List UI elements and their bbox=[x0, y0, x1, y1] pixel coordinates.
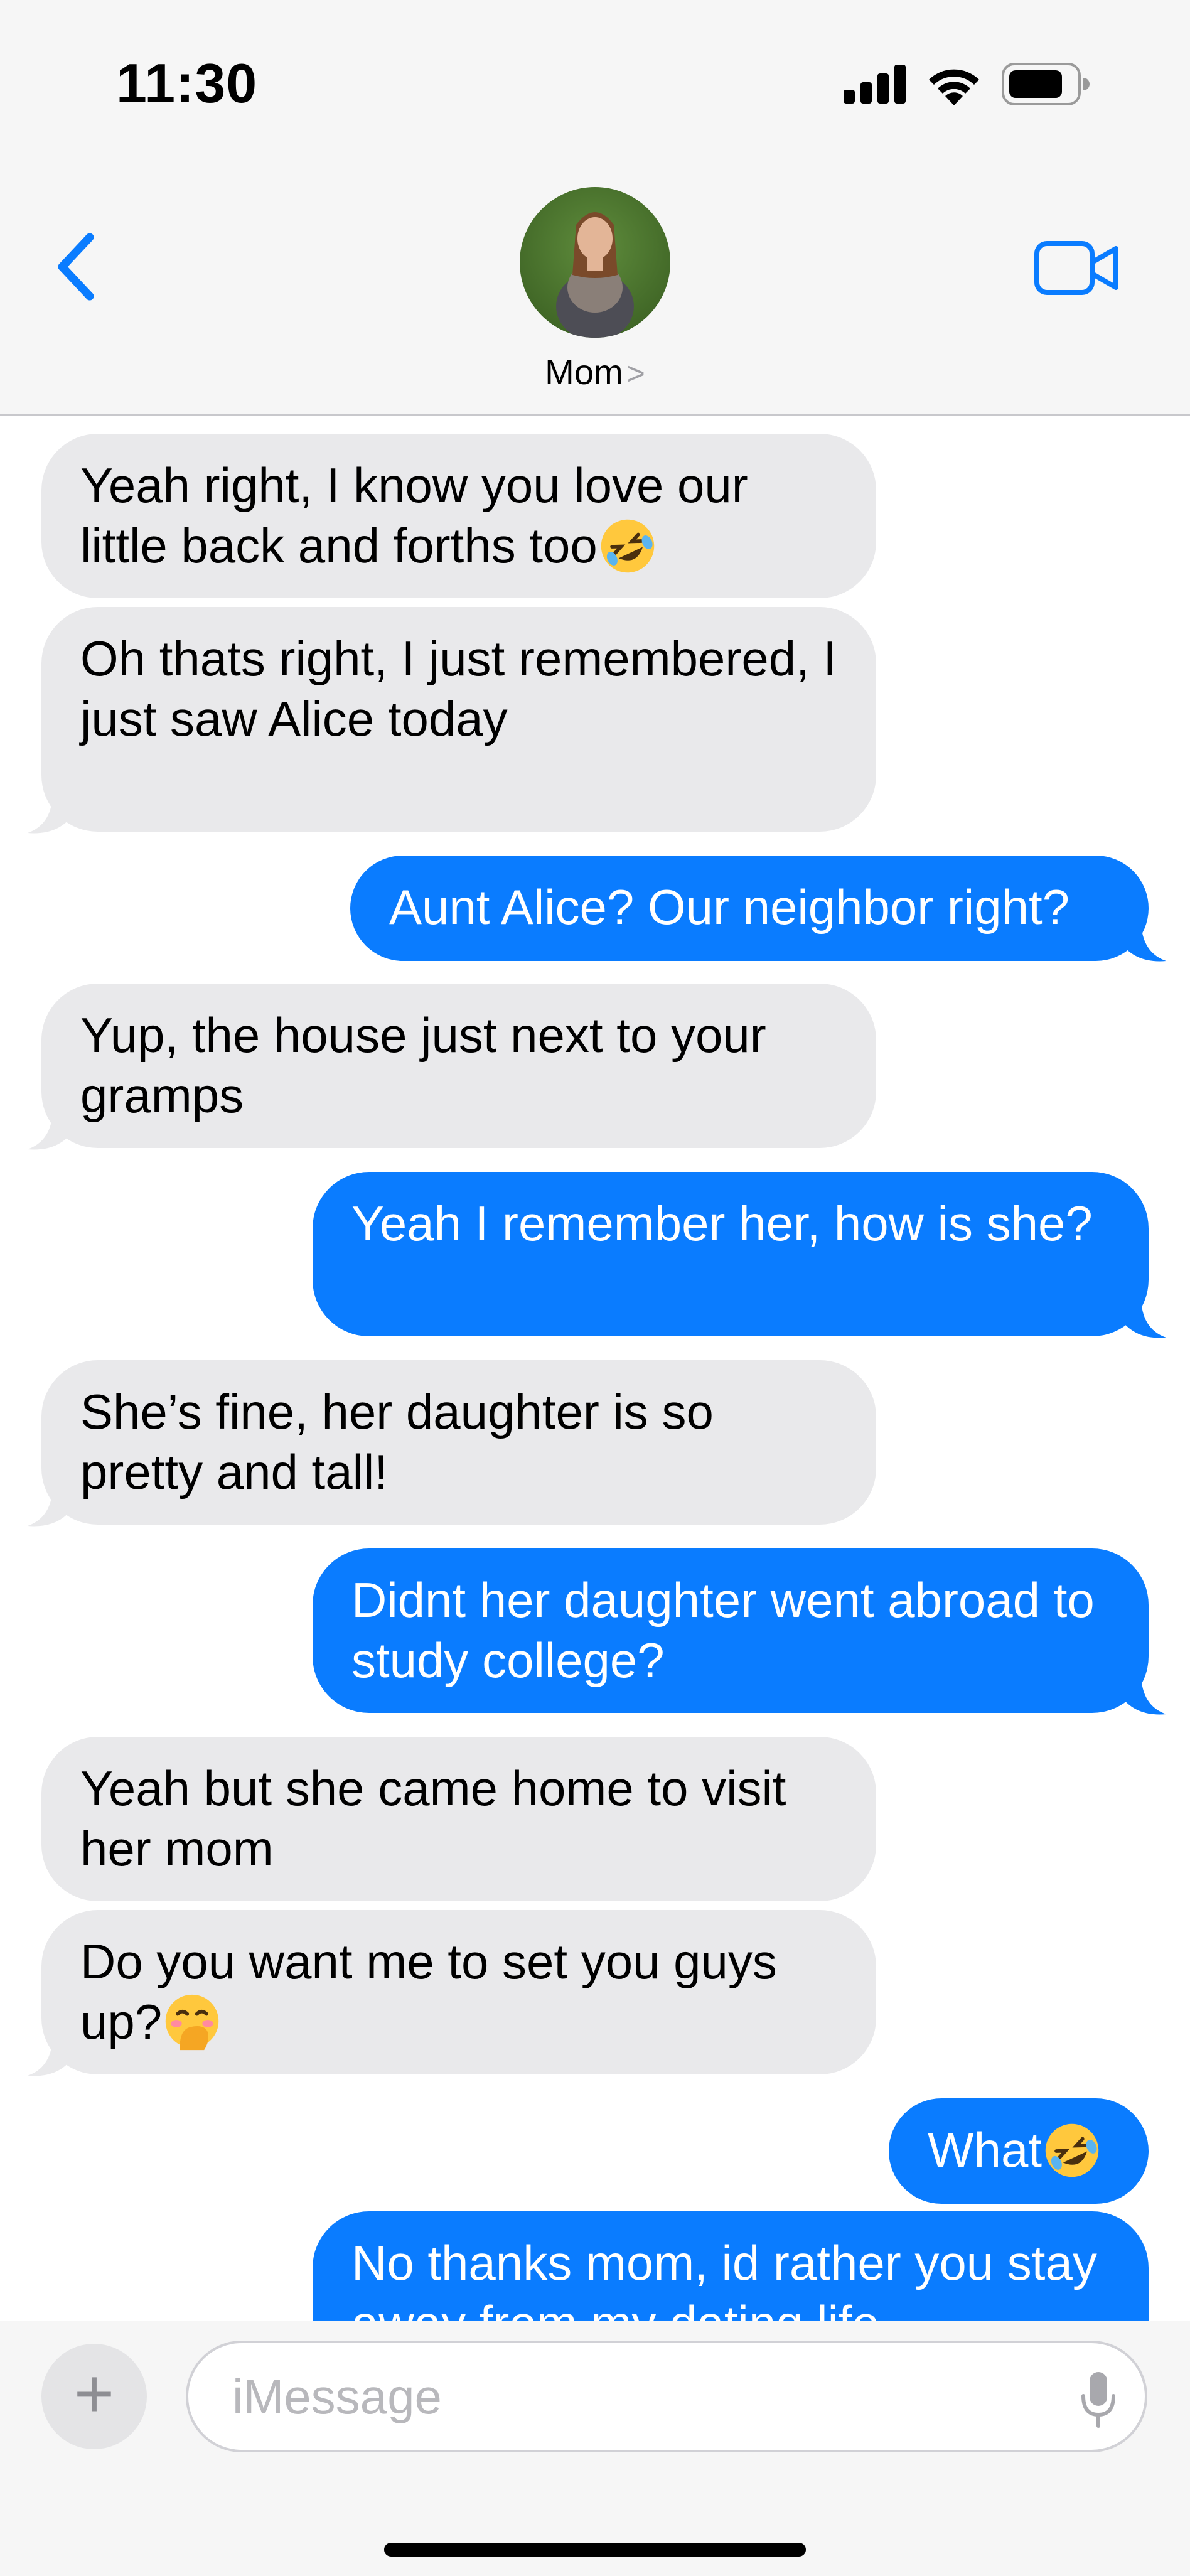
bubble-tail bbox=[28, 2034, 72, 2076]
incoming-message[interactable]: She’s fine, her daughter is so pretty an… bbox=[41, 1360, 876, 1525]
incoming-message[interactable]: Do you want me to set you guys up? bbox=[41, 1910, 876, 2074]
message-text: Didnt her daughter went abroad to study … bbox=[351, 1572, 1095, 1688]
imessage-input-field[interactable] bbox=[186, 2341, 1147, 2452]
incoming-message[interactable]: Yup, the house just next to your gramps bbox=[41, 984, 876, 1148]
message-text: Yeah but she came home to visit her mom bbox=[80, 1761, 786, 1876]
message-input[interactable] bbox=[232, 2368, 1101, 2425]
bubble-tail bbox=[28, 1108, 72, 1150]
conversation-header: Mom > bbox=[0, 163, 1190, 416]
bubble-tail bbox=[1122, 1673, 1166, 1715]
dictation-button[interactable] bbox=[1073, 2368, 1123, 2431]
home-indicator[interactable] bbox=[384, 2543, 806, 2557]
contact-name[interactable]: Mom > bbox=[0, 352, 1190, 392]
incoming-message[interactable]: Yeah right, I know you love our little b… bbox=[41, 434, 876, 598]
video-camera-icon bbox=[1034, 241, 1118, 295]
outgoing-message[interactable]: Aunt Alice? Our neighbor right? bbox=[350, 856, 1149, 961]
bubble-tail bbox=[1122, 1296, 1166, 1338]
cellular-signal-icon bbox=[844, 65, 906, 104]
outgoing-message[interactable]: Didnt her daughter went abroad to study … bbox=[313, 1548, 1149, 1713]
outgoing-message[interactable]: Yeah I remember her, how is she? bbox=[313, 1172, 1149, 1336]
contact-name-label: Mom bbox=[545, 352, 623, 392]
outgoing-message[interactable]: No thanks mom, id rather you stay away f… bbox=[313, 2211, 1149, 2321]
message-text: What bbox=[928, 2122, 1043, 2177]
incoming-message[interactable]: Yeah but she came home to visit her mom bbox=[41, 1737, 876, 1901]
back-button[interactable] bbox=[47, 226, 104, 308]
contact-chevron-icon: > bbox=[626, 356, 645, 391]
chevron-left-icon bbox=[58, 233, 94, 301]
message-text: Yeah I remember her, how is she? bbox=[351, 1196, 1093, 1251]
message-text: Yup, the house just next to your gramps bbox=[80, 1007, 766, 1123]
plus-icon: + bbox=[73, 2355, 115, 2432]
contact-avatar[interactable] bbox=[520, 187, 670, 338]
status-icons bbox=[844, 63, 1090, 105]
bubble-tail bbox=[1122, 920, 1166, 962]
status-bar: 11:30 bbox=[0, 0, 1190, 163]
video-call-button[interactable] bbox=[1033, 233, 1121, 303]
message-thread[interactable]: Yeah right, I know you love our little b… bbox=[0, 417, 1190, 2321]
rolling-on-floor-laughing-emoji-icon bbox=[1045, 2123, 1099, 2177]
microphone-icon bbox=[1081, 2372, 1115, 2428]
bubble-tail bbox=[28, 1484, 72, 1527]
apps-plus-button[interactable]: + bbox=[41, 2344, 147, 2449]
incoming-message[interactable]: Oh thats right, I just remembered, I jus… bbox=[41, 607, 876, 832]
battery-icon bbox=[1002, 63, 1090, 105]
outgoing-message[interactable]: What bbox=[889, 2098, 1149, 2204]
bubble-tail bbox=[28, 792, 72, 834]
message-text: Aunt Alice? Our neighbor right? bbox=[389, 879, 1070, 935]
message-text: Oh thats right, I just remembered, I jus… bbox=[80, 631, 837, 746]
rolling-on-floor-laughing-emoji-icon bbox=[601, 519, 655, 573]
message-text: She’s fine, her daughter is so pretty an… bbox=[80, 1384, 714, 1500]
wifi-icon bbox=[929, 69, 979, 105]
face-with-hand-over-mouth-emoji-icon bbox=[165, 1994, 219, 2051]
status-time: 11:30 bbox=[116, 52, 258, 114]
message-text: No thanks mom, id rather you stay away f… bbox=[351, 2235, 1097, 2321]
avatar-photo bbox=[520, 187, 670, 338]
input-bar: + bbox=[0, 2321, 1190, 2576]
